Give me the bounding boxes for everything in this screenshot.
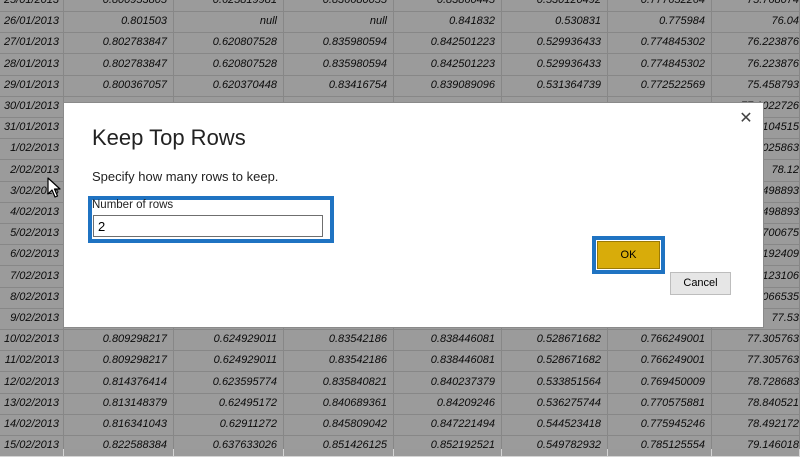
dialog-description: Specify how many rows to keep. bbox=[92, 169, 279, 184]
number-of-rows-input[interactable] bbox=[93, 215, 323, 237]
keep-top-rows-dialog: ✕ Keep Top Rows Specify how many rows to… bbox=[63, 102, 764, 328]
dialog-title: Keep Top Rows bbox=[92, 125, 246, 150]
close-icon[interactable]: ✕ bbox=[736, 109, 756, 129]
ok-button[interactable]: OK bbox=[597, 241, 660, 269]
number-of-rows-label: Number of rows bbox=[92, 199, 174, 211]
mouse-pointer-icon bbox=[47, 177, 61, 204]
cancel-button[interactable]: Cancel bbox=[670, 272, 731, 295]
